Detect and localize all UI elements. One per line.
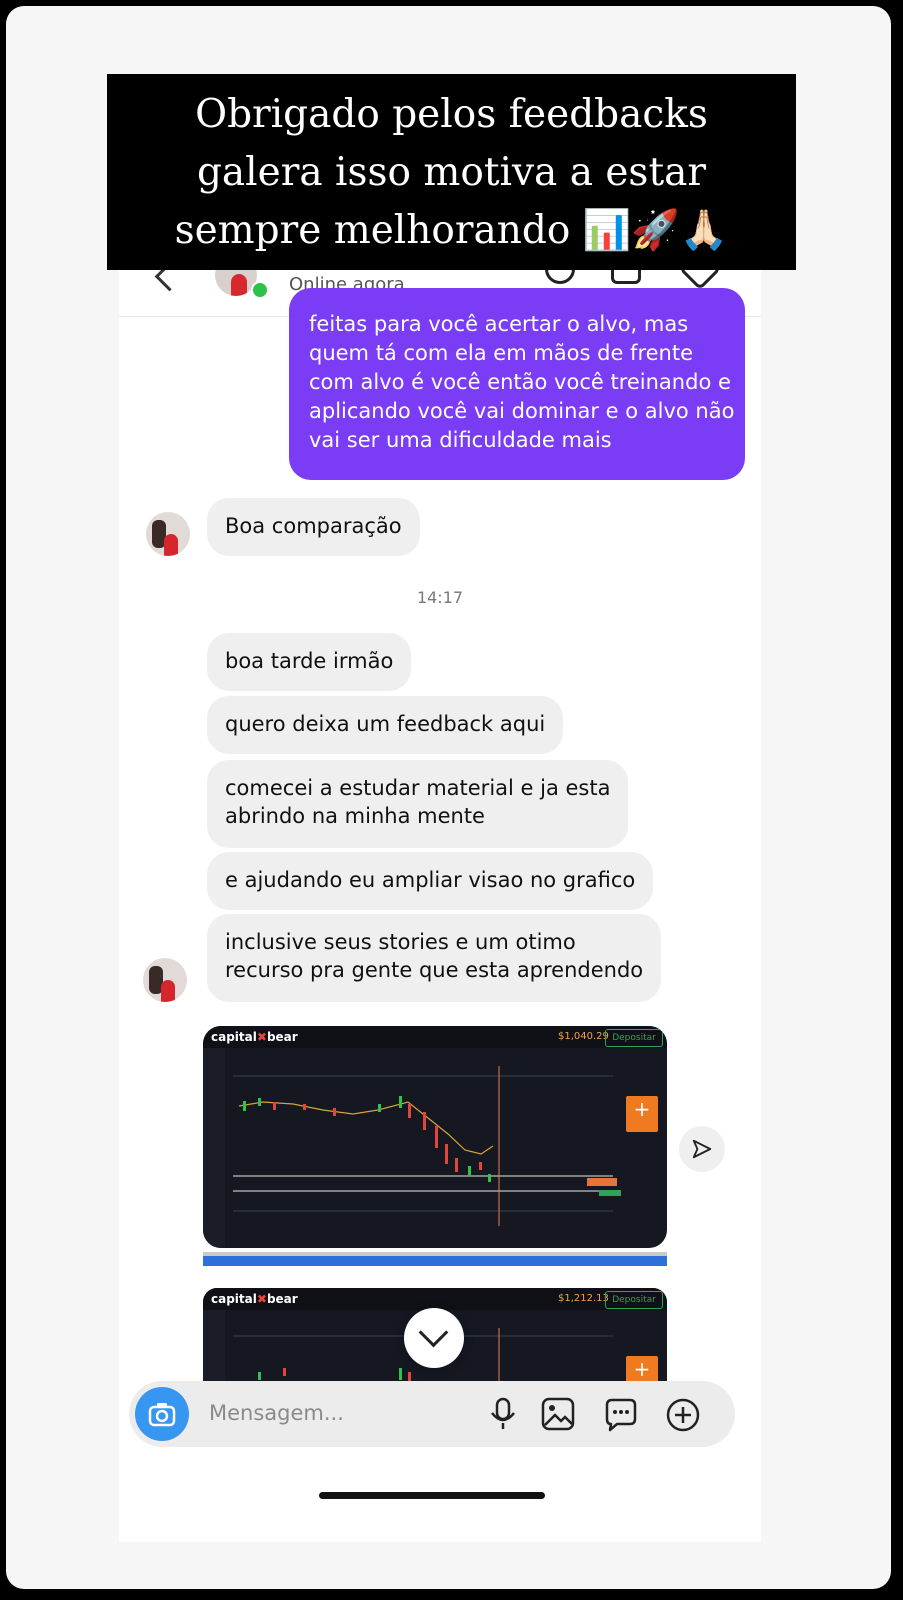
story-caption: Obrigado pelos feedbacks galera isso mot… bbox=[107, 74, 796, 270]
message-timestamp: 14:17 bbox=[416, 588, 464, 607]
home-indicator bbox=[319, 1492, 545, 1499]
message-text: abrindo na minha mente bbox=[225, 804, 485, 828]
microphone-icon[interactable] bbox=[489, 1397, 517, 1431]
message-text: quero deixa um feedback aqui bbox=[225, 712, 546, 736]
sender-avatar[interactable] bbox=[146, 512, 190, 556]
sent-message-line: vai ser uma dificuldade mais bbox=[309, 428, 612, 452]
dm-screenshot: Online agora feitas para você acertar o … bbox=[119, 268, 761, 1542]
share-button[interactable] bbox=[679, 1126, 725, 1172]
sent-message-line: feitas para você acertar o alvo, mas bbox=[309, 312, 689, 336]
message-text: inclusive seus stories e um otimo bbox=[225, 930, 576, 954]
gallery-icon[interactable] bbox=[541, 1397, 575, 1431]
online-indicator bbox=[251, 281, 269, 299]
camera-button[interactable] bbox=[135, 1387, 189, 1441]
back-arrow-icon[interactable] bbox=[154, 268, 185, 292]
message-text: boa tarde irmão bbox=[225, 649, 394, 673]
story-frame: Online agora feitas para você acertar o … bbox=[6, 6, 891, 1589]
sticker-icon[interactable] bbox=[603, 1397, 639, 1433]
message-input[interactable]: Mensagem... bbox=[209, 1401, 344, 1425]
message-composer: Mensagem... bbox=[129, 1381, 735, 1447]
message-text: Boa comparação bbox=[225, 514, 402, 538]
received-message-bubble[interactable]: comecei a estudar material e ja esta abr… bbox=[207, 760, 629, 848]
sent-message-line: quem tá com ela em mãos de frente bbox=[309, 341, 694, 365]
add-icon[interactable] bbox=[665, 1397, 701, 1433]
sent-message-line: aplicando você vai dominar e o alvo não bbox=[309, 399, 735, 423]
message-text: recurso pra gente que esta aprendendo bbox=[225, 958, 644, 982]
trade-plus-button: + bbox=[626, 1096, 658, 1132]
sent-message-bubble[interactable]: feitas para você acertar o alvo, mas que… bbox=[289, 288, 745, 480]
trading-platform-screen: capital✖bear $1,040.29 Depositar + bbox=[203, 1026, 667, 1248]
send-icon bbox=[692, 1139, 712, 1159]
received-message-bubble[interactable]: quero deixa um feedback aqui bbox=[207, 696, 564, 754]
tag-icon[interactable] bbox=[678, 268, 722, 291]
message-text: comecei a estudar material e ja esta bbox=[225, 776, 611, 800]
scroll-down-button[interactable] bbox=[404, 1308, 464, 1368]
received-message-bubble[interactable]: Boa comparação bbox=[207, 498, 420, 556]
received-message-bubble[interactable]: e ajudando eu ampliar visao no grafico bbox=[207, 852, 654, 910]
windows-taskbar bbox=[203, 1256, 667, 1266]
video-icon[interactable] bbox=[611, 268, 641, 284]
caption-line: sempre melhorando 📊🚀🙏🏻 bbox=[174, 208, 729, 253]
received-message-bubble[interactable]: inclusive seus stories e um otimo recurs… bbox=[207, 914, 662, 1002]
received-message-bubble[interactable]: boa tarde irmão bbox=[207, 633, 412, 691]
call-icon[interactable] bbox=[545, 268, 575, 284]
sent-message-line: com alvo é você então você treinando e bbox=[309, 370, 731, 394]
candlestick-chart bbox=[233, 1066, 621, 1226]
caption-line: galera isso motiva a estar bbox=[196, 150, 707, 195]
caption-line: Obrigado pelos feedbacks bbox=[195, 92, 708, 137]
sender-avatar[interactable] bbox=[143, 958, 187, 1002]
message-text: e ajudando eu ampliar visao no grafico bbox=[225, 868, 636, 892]
camera-icon bbox=[148, 1403, 176, 1427]
